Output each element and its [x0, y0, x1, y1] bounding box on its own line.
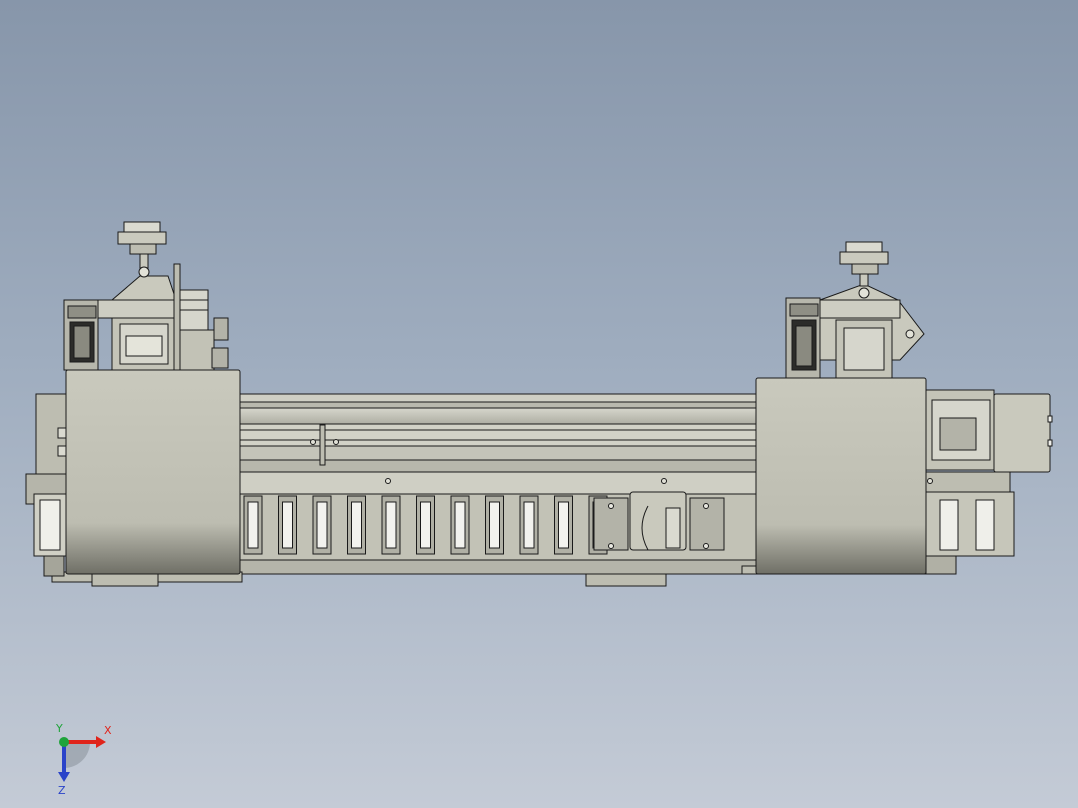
assembly-model[interactable]	[0, 0, 1078, 808]
chain-link-window	[420, 501, 431, 549]
chain-link-window	[385, 501, 397, 549]
chain-link-window	[558, 501, 569, 549]
chain-link-window	[351, 501, 362, 549]
left-end-plate	[25, 393, 69, 577]
chain-link-window	[316, 501, 328, 549]
cad-viewport[interactable]: X Y Z	[0, 0, 1078, 808]
chain-link-window	[247, 501, 259, 549]
left-carriage	[63, 221, 241, 575]
chain-link-window	[489, 501, 500, 549]
y-axis-dot	[59, 737, 69, 747]
chain-clamp	[593, 491, 725, 551]
x-axis-label: X	[104, 724, 112, 737]
chain-link-window	[523, 501, 535, 549]
chain-link-window	[454, 501, 466, 549]
chain-link-window	[282, 501, 293, 549]
right-end-motor	[925, 389, 1053, 575]
triad-shadow	[64, 742, 90, 768]
z-axis-label: Z	[58, 784, 66, 797]
right-carriage	[755, 241, 927, 575]
main-beam	[237, 393, 759, 473]
coordinate-triad-icon: X Y Z	[40, 720, 130, 800]
y-axis-label: Y	[55, 722, 63, 735]
